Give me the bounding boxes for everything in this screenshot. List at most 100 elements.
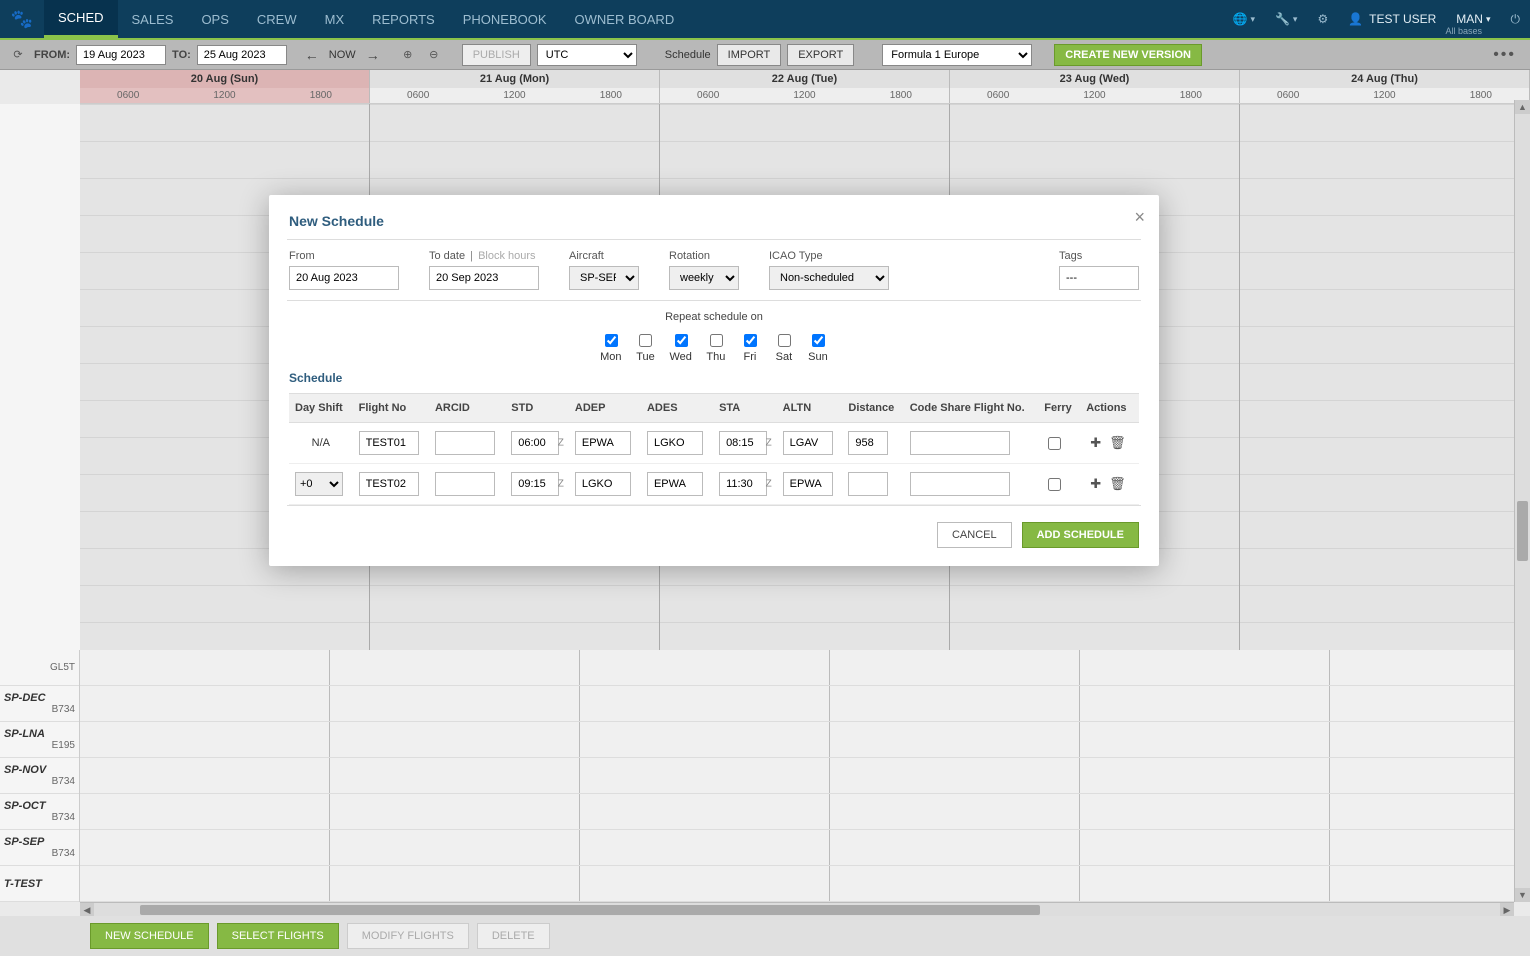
day-sun[interactable]: Sun — [808, 331, 828, 363]
day-column: 24 Aug (Thu)060012001800 — [1240, 70, 1530, 103]
add-row-icon[interactable]: ✚ — [1086, 476, 1105, 491]
std-input[interactable] — [511, 431, 559, 455]
codeshare-input[interactable] — [910, 431, 1010, 455]
aircraft-row[interactable]: SP-LNAE195 — [0, 722, 79, 758]
aircraft-lane[interactable] — [80, 830, 1514, 866]
aircraft-lane[interactable] — [80, 866, 1514, 902]
delete-row-icon[interactable]: 🗑 — [1105, 435, 1130, 450]
wrench-icon[interactable]: 🔧▾ — [1265, 0, 1307, 38]
day-wed[interactable]: Wed — [669, 331, 691, 363]
modify-flights-button[interactable]: MODIFY FLIGHTS — [347, 923, 469, 949]
next-arrow-icon[interactable]: → — [366, 47, 380, 63]
new-schedule-button[interactable]: NEW SCHEDULE — [90, 923, 209, 949]
nav-ops[interactable]: OPS — [187, 0, 242, 38]
gear-icon[interactable]: ⚙ — [1307, 0, 1338, 38]
add-row-icon[interactable]: ✚ — [1086, 435, 1105, 450]
delete-row-icon[interactable]: 🗑 — [1105, 476, 1130, 491]
modal-from-input[interactable] — [289, 266, 399, 290]
export-button[interactable]: EXPORT — [787, 44, 854, 66]
day-checkbox-sat[interactable] — [778, 334, 791, 347]
select-flights-button[interactable]: SELECT FLIGHTS — [217, 923, 339, 949]
now-button[interactable]: NOW — [325, 49, 360, 61]
day-mon[interactable]: Mon — [600, 331, 621, 363]
user-menu[interactable]: 👤 TEST USER — [1338, 12, 1446, 26]
nav-sales[interactable]: SALES — [118, 0, 188, 38]
day-checkbox-tue[interactable] — [639, 334, 652, 347]
arcid-input[interactable] — [435, 472, 495, 496]
import-button[interactable]: IMPORT — [717, 44, 782, 66]
logo-icon[interactable]: 🐾 — [0, 0, 44, 38]
create-version-button[interactable]: CREATE NEW VERSION — [1054, 44, 1202, 66]
aircraft-row[interactable]: SP-OCTB734 — [0, 794, 79, 830]
publish-button[interactable]: PUBLISH — [462, 44, 531, 66]
codeshare-input[interactable] — [910, 472, 1010, 496]
ades-input[interactable] — [647, 472, 703, 496]
from-date-input[interactable] — [76, 45, 166, 65]
adep-input[interactable] — [575, 431, 631, 455]
to-date-input[interactable] — [197, 45, 287, 65]
aircraft-lane[interactable] — [80, 650, 1514, 686]
day-checkbox-fri[interactable] — [744, 334, 757, 347]
aircraft-lane[interactable] — [80, 686, 1514, 722]
day-checkbox-mon[interactable] — [605, 334, 618, 347]
day-checkbox-wed[interactable] — [675, 334, 688, 347]
timezone-select[interactable]: UTC — [537, 44, 637, 66]
altn-input[interactable] — [783, 472, 833, 496]
prev-arrow-icon[interactable]: ← — [305, 47, 319, 63]
more-icon[interactable]: ••• — [1493, 46, 1522, 64]
modal-to-input[interactable] — [429, 266, 539, 290]
distance-input[interactable] — [848, 472, 888, 496]
nav-owner-board[interactable]: OWNER BOARD — [561, 0, 689, 38]
aircraft-row[interactable]: SP-DECB734 — [0, 686, 79, 722]
tags-input[interactable] — [1059, 266, 1139, 290]
globe-icon[interactable]: 🌐▾ — [1222, 0, 1264, 38]
flightno-input[interactable] — [359, 431, 419, 455]
aircraft-select[interactable]: SP-SEP — [569, 266, 639, 290]
aircraft-lane[interactable] — [80, 722, 1514, 758]
altn-input[interactable] — [783, 431, 833, 455]
icao-select[interactable]: Non-scheduled — [769, 266, 889, 290]
horizontal-scrollbar[interactable]: ◀ ▶ — [80, 902, 1514, 916]
man-menu[interactable]: MAN▾ — [1446, 12, 1500, 26]
sta-input[interactable] — [719, 472, 767, 496]
cancel-button[interactable]: CANCEL — [937, 522, 1012, 548]
add-schedule-button[interactable]: ADD SCHEDULE — [1022, 522, 1139, 548]
day-fri[interactable]: Fri — [740, 331, 760, 363]
arcid-input[interactable] — [435, 431, 495, 455]
refresh-icon[interactable]: ⟳ — [8, 45, 28, 65]
adep-input[interactable] — [575, 472, 631, 496]
power-icon[interactable]: ⏻ — [1501, 0, 1530, 38]
delete-button[interactable]: DELETE — [477, 923, 550, 949]
sta-input[interactable] — [719, 431, 767, 455]
nav-sched[interactable]: SCHED — [44, 0, 118, 38]
aircraft-lane[interactable] — [80, 758, 1514, 794]
vertical-scrollbar[interactable]: ▲ ▼ — [1514, 100, 1530, 902]
std-input[interactable] — [511, 472, 559, 496]
rotation-select[interactable]: weekly — [669, 266, 739, 290]
day-sat[interactable]: Sat — [774, 331, 794, 363]
day-thu[interactable]: Thu — [706, 331, 726, 363]
aircraft-row[interactable]: GL5T — [0, 650, 79, 686]
aircraft-row[interactable]: T-TEST — [0, 866, 79, 902]
nav-phonebook[interactable]: PHONEBOOK — [449, 0, 561, 38]
aircraft-row[interactable]: SP-NOVB734 — [0, 758, 79, 794]
day-checkbox-sun[interactable] — [812, 334, 825, 347]
close-icon[interactable]: × — [1134, 207, 1145, 228]
aircraft-lane[interactable] — [80, 794, 1514, 830]
zoom-in-icon[interactable]: ⊕ — [398, 45, 418, 65]
ferry-checkbox[interactable] — [1048, 478, 1061, 491]
nav-crew[interactable]: CREW — [243, 0, 311, 38]
nav-reports[interactable]: REPORTS — [358, 0, 449, 38]
ferry-checkbox[interactable] — [1048, 437, 1061, 450]
zoom-out-icon[interactable]: ⊖ — [424, 45, 444, 65]
version-select[interactable]: Formula 1 Europe — [882, 44, 1032, 66]
flightno-input[interactable] — [359, 472, 419, 496]
day-checkbox-thu[interactable] — [710, 334, 723, 347]
ades-input[interactable] — [647, 431, 703, 455]
aircraft-row[interactable]: SP-SEPB734 — [0, 830, 79, 866]
dayshift-select[interactable]: +0 — [295, 472, 343, 496]
day-tue[interactable]: Tue — [635, 331, 655, 363]
nav-mx[interactable]: MX — [311, 0, 359, 38]
distance-input[interactable] — [848, 431, 888, 455]
cell-arcid — [429, 464, 505, 505]
